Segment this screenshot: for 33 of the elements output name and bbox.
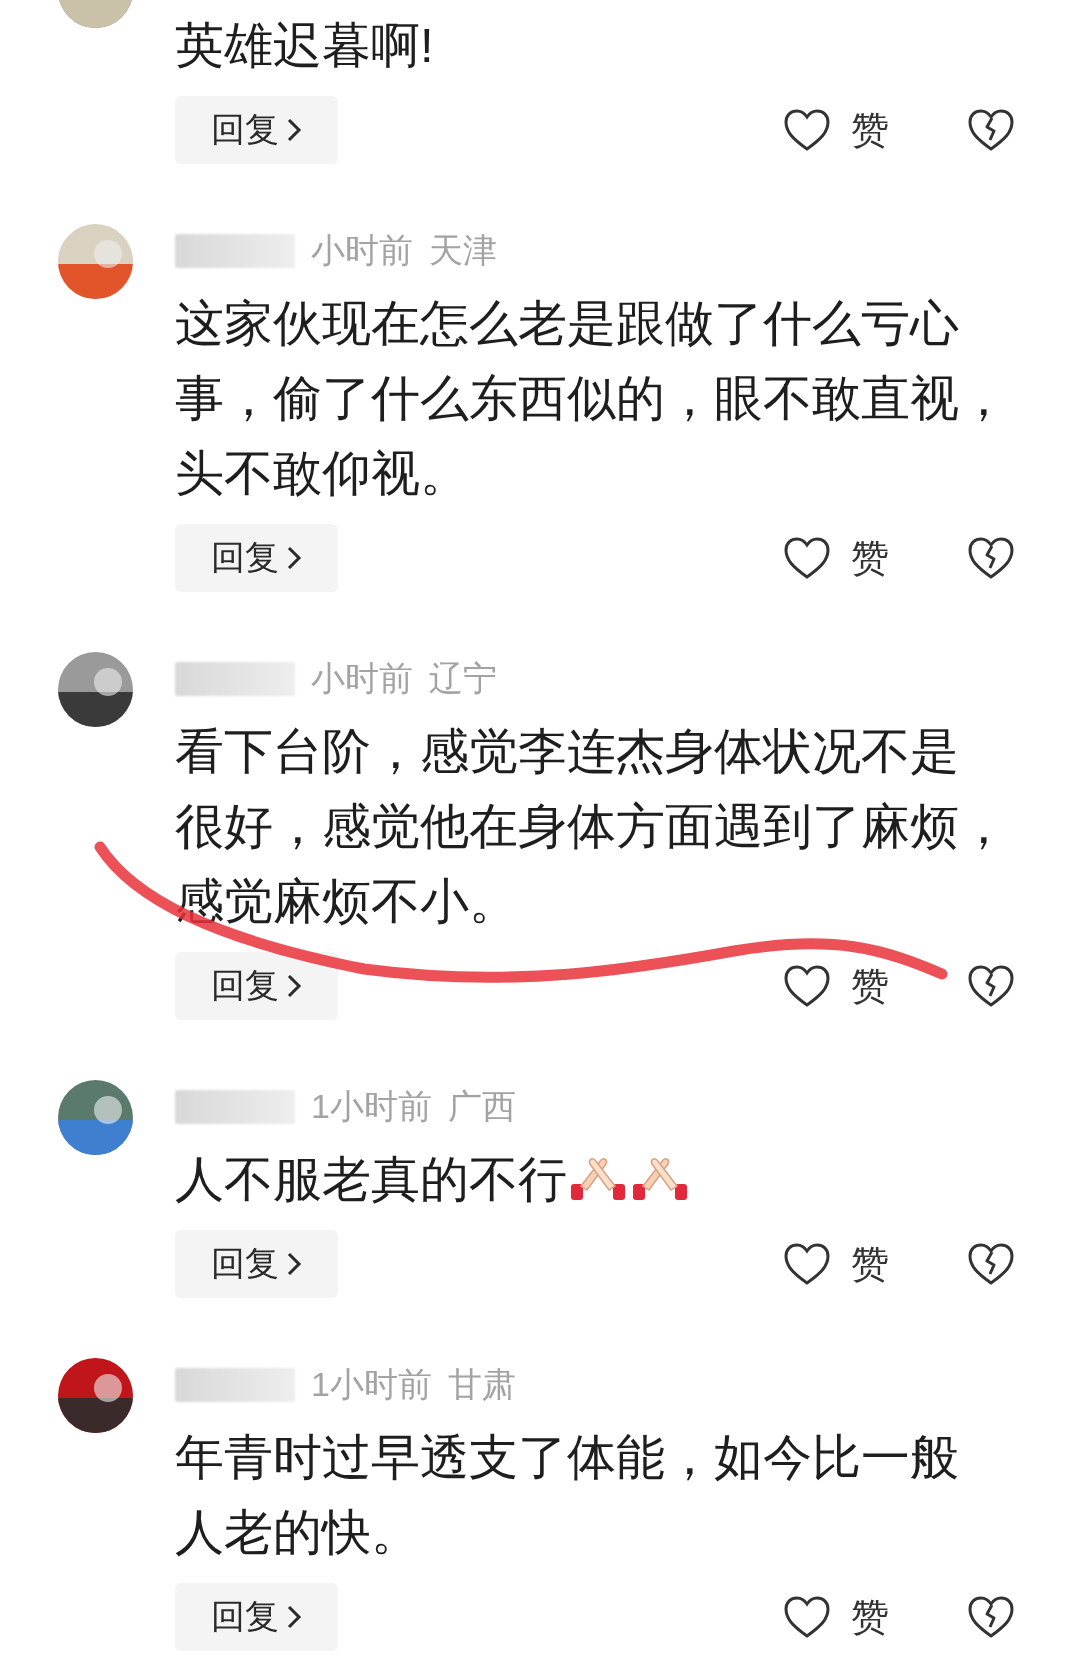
comment-text: 人不服老真的不行 — [175, 1142, 1060, 1217]
reply-button[interactable]: 回复 — [175, 1230, 338, 1298]
reply-button[interactable]: 回复 — [175, 1583, 338, 1651]
heart-icon[interactable] — [783, 964, 831, 1008]
reply-button[interactable]: 回复 — [175, 952, 338, 1020]
heart-icon[interactable] — [783, 1595, 831, 1639]
like-label[interactable]: 赞 — [851, 532, 889, 584]
comment-location: 广西 — [447, 1086, 516, 1127]
heart-icon[interactable] — [783, 108, 831, 152]
broken-heart-icon[interactable] — [967, 108, 1015, 152]
reply-button[interactable]: 回复 — [175, 96, 338, 164]
comment-time: 小时前 — [311, 658, 413, 699]
comment-location: 甘肃 — [447, 1364, 516, 1405]
comment-text: 年青时过早透支了体能，如今比一般 人老的快。 — [175, 1429, 960, 1561]
broken-heart-icon[interactable] — [967, 1595, 1015, 1639]
comment-location: 天津 — [429, 230, 497, 271]
heart-icon[interactable] — [783, 536, 831, 580]
broken-heart-icon[interactable] — [967, 1242, 1015, 1286]
comment-time: 1小时前 — [311, 1364, 432, 1405]
like-label[interactable]: 赞 — [851, 960, 889, 1012]
heart-icon[interactable] — [783, 1242, 831, 1286]
broken-heart-icon[interactable] — [967, 536, 1015, 580]
comment-time: 小时前 — [311, 230, 413, 271]
broken-heart-icon[interactable] — [967, 964, 1015, 1008]
comment-location: 辽宁 — [429, 658, 497, 699]
like-label[interactable]: 赞 — [851, 104, 889, 156]
like-label[interactable]: 赞 — [851, 1238, 889, 1290]
comment-text: 看下台阶，感觉李连杰身体状况不是 很好，感觉他在身体方面遇到了麻烦， 感觉麻烦不小。 — [175, 723, 1009, 930]
reply-button[interactable]: 回复 — [175, 524, 338, 592]
like-label[interactable]: 赞 — [851, 1591, 889, 1643]
comment-text: 这家伙现在怎么老是跟做了什么亏心 事，偷了什么东西似的，眼不敢直视， 头不敢仰视。 — [175, 295, 1009, 502]
comment-text: 英雄迟暮啊! — [175, 17, 435, 74]
comment-time: 1小时前 — [311, 1086, 432, 1127]
